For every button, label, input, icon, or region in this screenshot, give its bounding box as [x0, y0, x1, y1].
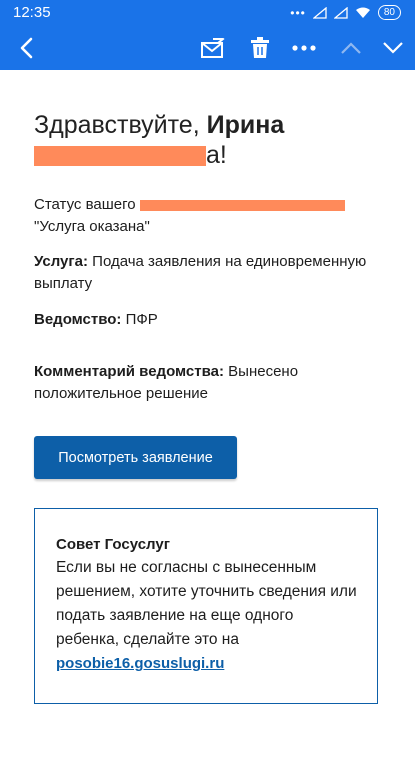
agency-value: ПФР: [125, 311, 158, 328]
envelope-icon: [201, 37, 225, 58]
greeting-line-2: а!: [34, 140, 384, 170]
service-label: Услуга:: [34, 253, 88, 270]
arrow-left-icon: [20, 37, 33, 58]
comment-label: Комментарий ведомства:: [34, 363, 224, 380]
more-icon: [292, 44, 316, 51]
status-bar: 12:35 ••• 80: [0, 0, 415, 25]
wifi-icon: [355, 7, 370, 18]
comment-line: Комментарий ведомства: Вынесено положите…: [34, 361, 384, 405]
trash-icon: [251, 36, 269, 58]
delete-button[interactable]: [245, 25, 275, 70]
toolbar: [0, 25, 415, 70]
view-application-button[interactable]: Посмотреть заявление: [34, 436, 237, 479]
previous-message-button[interactable]: [336, 25, 366, 70]
greeting: Здравствуйте, Ирина: [34, 110, 384, 140]
service-line: Услуга: Подача заявления на единовременн…: [34, 251, 384, 295]
chevron-down-icon: [383, 41, 403, 54]
email-body: Здравствуйте, Ирина а! Статус вашего "Ус…: [34, 110, 384, 405]
clock: 12:35: [13, 4, 51, 21]
more-button[interactable]: [289, 25, 319, 70]
status-value: "Услуга оказана": [34, 218, 150, 235]
status-icons: ••• 80: [290, 5, 401, 20]
redaction: [139, 199, 345, 211]
agency-line: Ведомство: ПФР: [34, 309, 384, 331]
greeting-name: Ирина: [206, 111, 285, 139]
advice-box: Совет Госуслуг Если вы не согласны с вын…: [34, 508, 378, 704]
notification-dots: •••: [290, 5, 306, 20]
chevron-up-icon: [341, 41, 361, 54]
advice-body: Если вы не согласны с вынесенным решение…: [56, 559, 357, 648]
next-message-button[interactable]: [378, 25, 408, 70]
advice-title: Совет Госуслуг: [56, 536, 170, 553]
advice-text: Если вы не согласны с вынесенным решение…: [56, 556, 357, 676]
signal-icon: [312, 6, 327, 19]
status-prefix: Статус вашего: [34, 196, 136, 213]
redaction: [34, 146, 206, 167]
back-button[interactable]: [8, 25, 44, 70]
greeting-end: а!: [206, 141, 227, 169]
greeting-prefix: Здравствуйте,: [34, 111, 207, 139]
battery-icon: 80: [377, 5, 401, 20]
agency-label: Ведомство:: [34, 311, 122, 328]
signal-icon: [333, 6, 348, 19]
status-line: Статус вашего "Услуга оказана": [34, 194, 384, 238]
gosuslugi-link[interactable]: posobie16.gosuslugi.ru: [56, 655, 224, 672]
mark-unread-button[interactable]: [198, 25, 228, 70]
